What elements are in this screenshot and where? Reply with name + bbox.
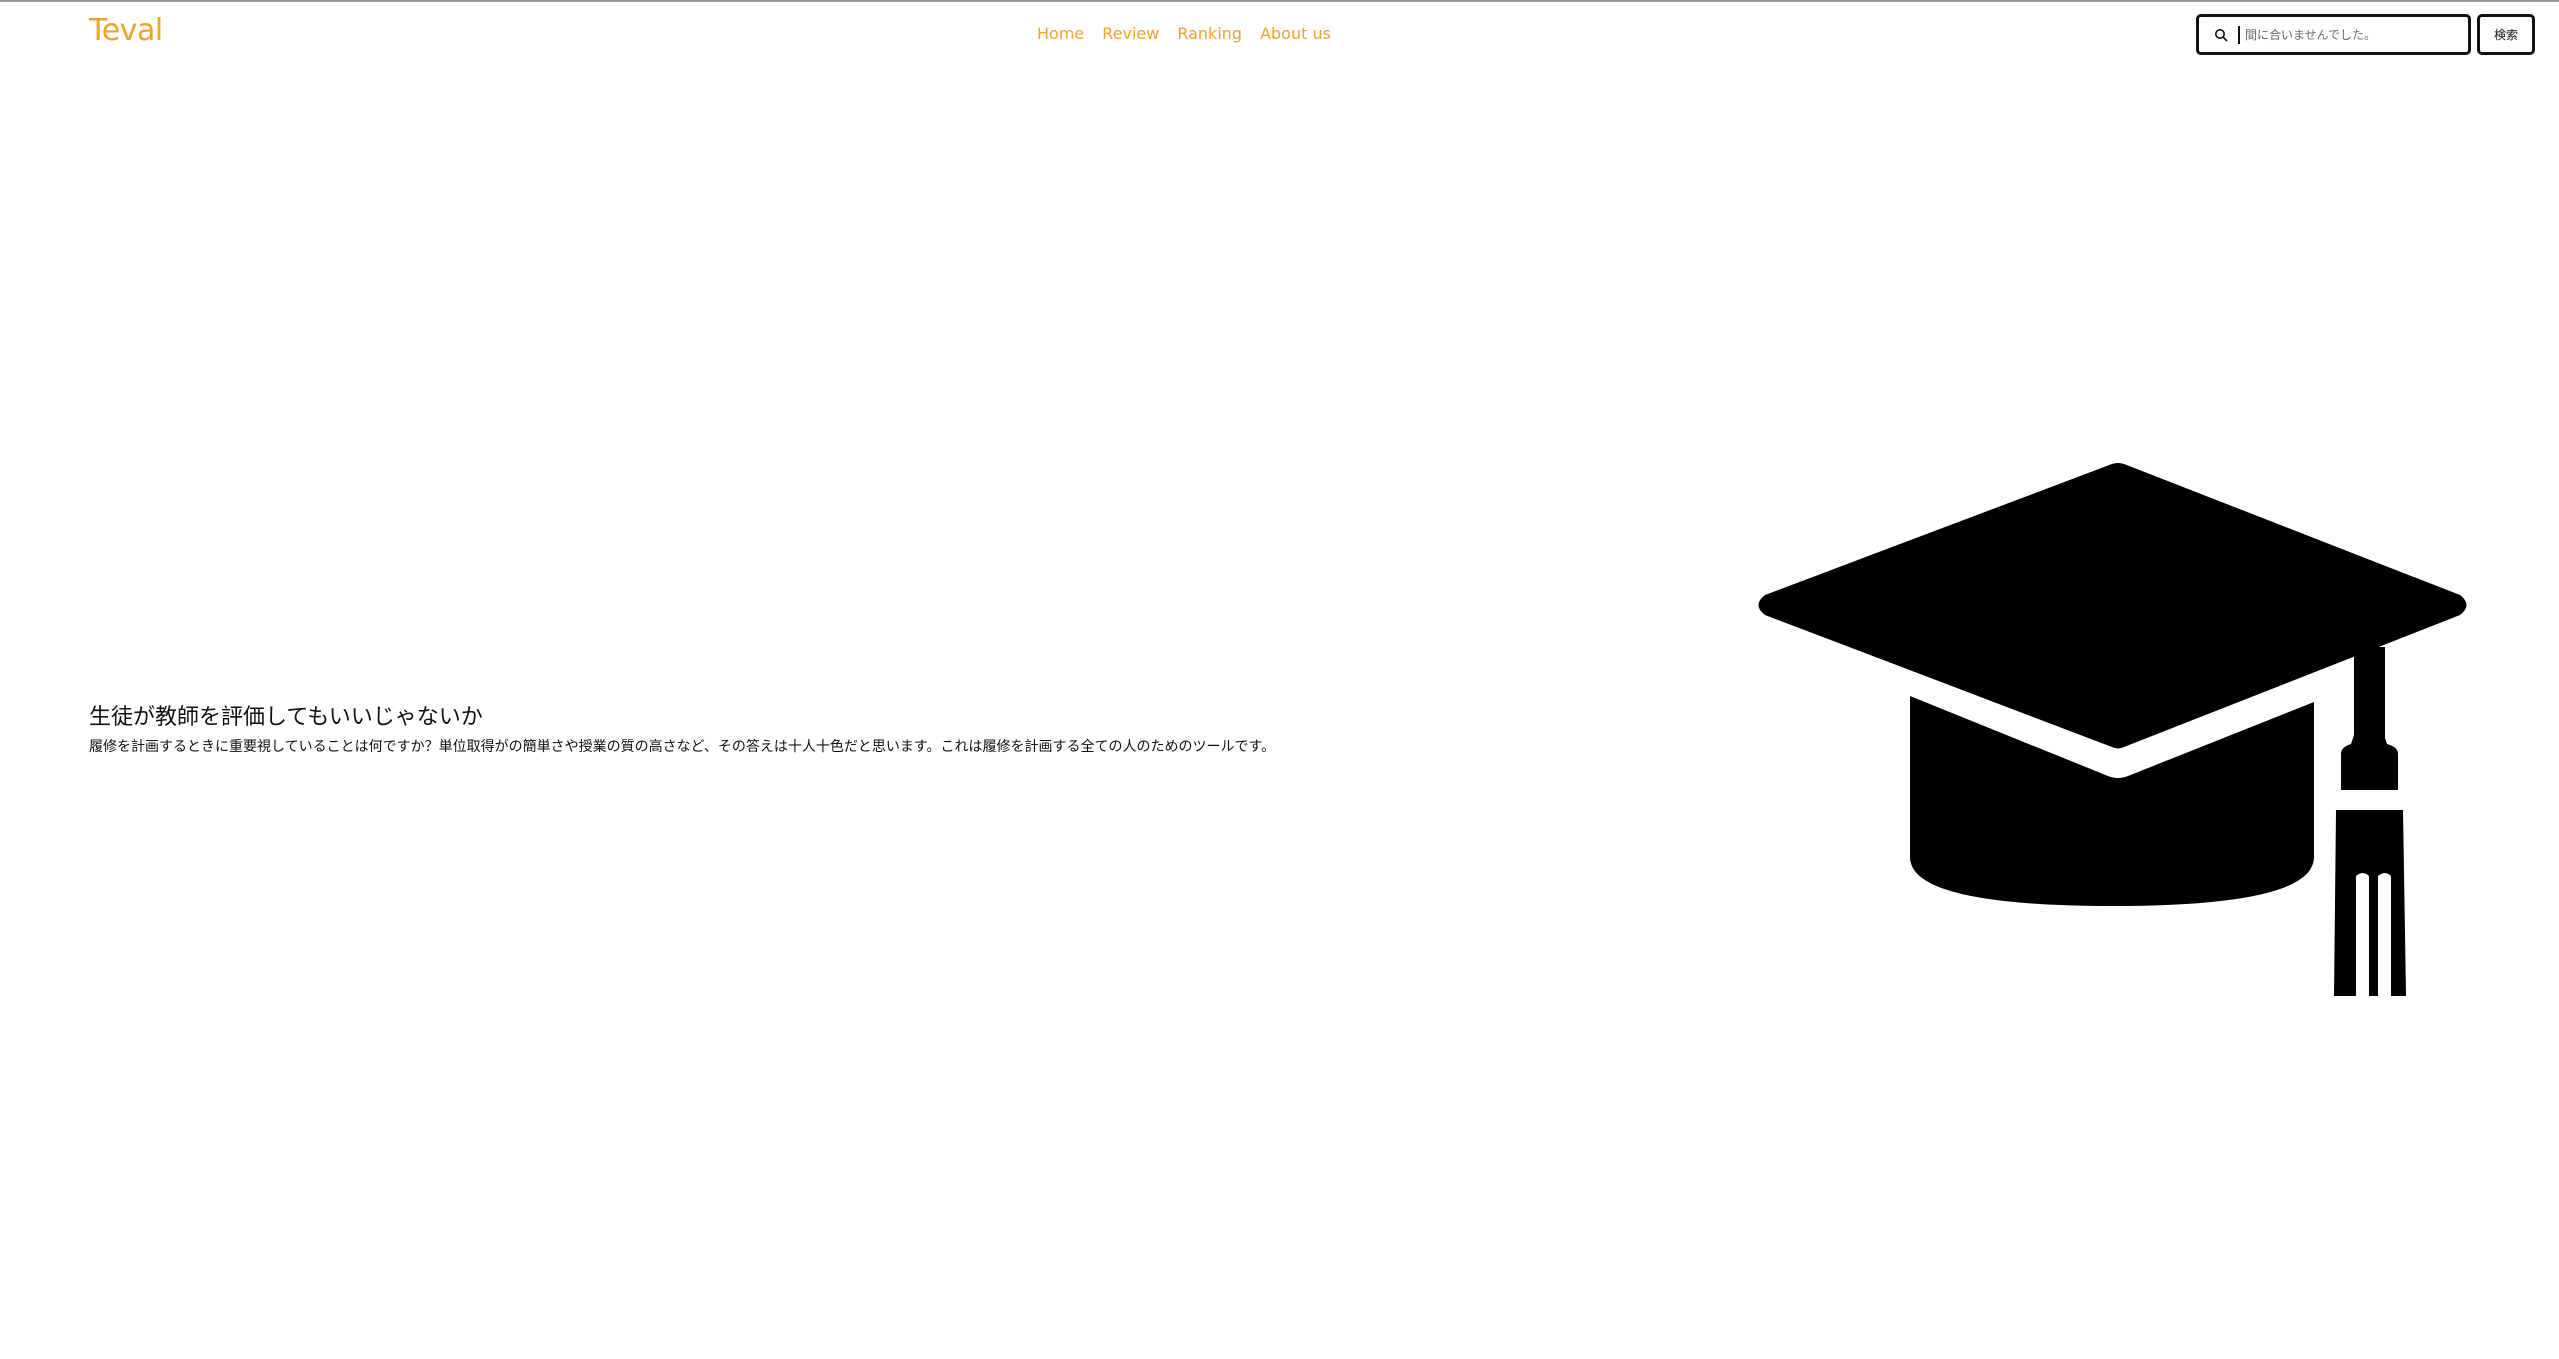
text-caret	[2238, 25, 2240, 44]
nav-about-us[interactable]: About us	[1260, 24, 1331, 44]
graduation-cap-icon	[1758, 463, 2467, 996]
search-icon	[2212, 26, 2230, 44]
hero-description: 履修を計画するときに重要視していることは何ですか？単位取得がの簡単さや授業の質の…	[89, 739, 1276, 755]
nav-home[interactable]: Home	[1037, 24, 1084, 44]
search-button[interactable]: 検索	[2477, 14, 2535, 55]
page: Teval Home Review Ranking About us 検索 生徒…	[0, 0, 2559, 1359]
brand-logo[interactable]: Teval	[89, 16, 163, 46]
main-nav: Home Review Ranking About us	[1037, 24, 1331, 44]
nav-review[interactable]: Review	[1102, 24, 1159, 44]
search-input[interactable]	[2245, 27, 2468, 42]
hero-title: 生徒が教師を評価してもいいじゃないか	[89, 705, 483, 730]
nav-ranking[interactable]: Ranking	[1177, 24, 1242, 44]
search-box[interactable]	[2196, 14, 2471, 55]
